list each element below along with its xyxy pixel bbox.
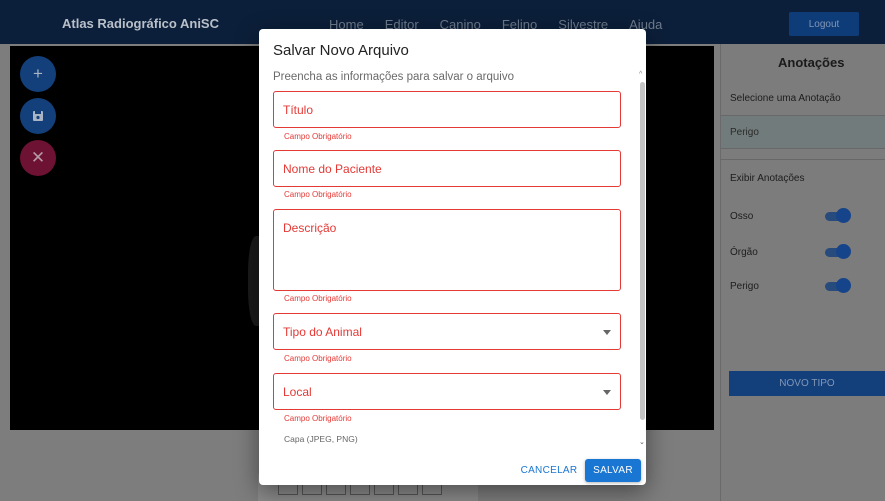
patient-name-field-helper: Campo Obrigatório [284, 190, 352, 199]
annotations-panel [720, 44, 885, 501]
scroll-up-icon[interactable]: ^ [639, 71, 642, 78]
logout-button[interactable]: Logout [789, 12, 859, 36]
annotation-select-label: Selecione uma Anotação [730, 93, 841, 104]
toggle-perigo[interactable] [836, 278, 851, 293]
add-button[interactable]: + [20, 56, 56, 92]
chevron-down-icon [603, 329, 611, 335]
plus-icon: + [33, 64, 43, 83]
toggle-label: Órgão [730, 247, 758, 258]
toggle-row-orgao: Órgão [730, 244, 860, 260]
panel-divider [721, 159, 885, 160]
dialog-body: Preencha as informações para salvar o ar… [259, 69, 646, 447]
dialog-scrollbar[interactable] [640, 82, 645, 420]
toggle-label: Osso [730, 211, 754, 222]
animal-type-select-helper: Campo Obrigatório [284, 354, 352, 363]
animal-type-select[interactable]: Tipo do Animal [273, 313, 621, 350]
toggle-label: Perigo [730, 281, 759, 292]
animal-type-select-label: Tipo do Animal [283, 325, 362, 339]
title-field[interactable]: Título [273, 91, 621, 128]
new-type-button[interactable]: NOVO TIPO [729, 371, 885, 396]
description-field-helper: Campo Obrigatório [284, 294, 352, 303]
location-select[interactable]: Local [273, 373, 621, 410]
scroll-down-icon[interactable]: ⌄ [639, 438, 645, 446]
cancel-button[interactable]: CANCELAR [517, 459, 581, 481]
dialog-title: Salvar Novo Arquivo [273, 42, 409, 59]
toggle-row-perigo: Perigo [730, 278, 860, 294]
save-button[interactable]: SALVAR [585, 459, 641, 482]
title-field-label: Título [283, 103, 314, 117]
patient-name-field-label: Nome do Paciente [283, 162, 382, 176]
panel-title: Anotações [778, 55, 845, 70]
cover-upload-label: Capa (JPEG, PNG) [284, 434, 358, 444]
save-file-dialog: Salvar Novo Arquivo Preencha as informaç… [259, 29, 646, 485]
location-select-helper: Campo Obrigatório [284, 414, 352, 423]
toggle-orgao[interactable] [836, 244, 851, 259]
close-button[interactable]: ✕ [20, 140, 56, 176]
dialog-intro: Preencha as informações para salvar o ar… [273, 71, 514, 83]
chevron-down-icon [603, 389, 611, 395]
floppy-disk-icon [33, 111, 43, 121]
title-field-helper: Campo Obrigatório [284, 132, 352, 141]
patient-name-field[interactable]: Nome do Paciente [273, 150, 621, 187]
location-select-label: Local [283, 385, 312, 399]
save-file-button[interactable] [20, 98, 56, 134]
app-brand[interactable]: Atlas Radiográfico AniSC [62, 16, 219, 31]
description-field-label: Descrição [283, 221, 337, 235]
description-field[interactable]: Descrição [273, 209, 621, 291]
toggle-osso[interactable] [836, 208, 851, 223]
show-annotations-label: Exibir Anotações [730, 173, 805, 184]
close-icon: ✕ [30, 148, 46, 167]
annotation-select-value: Perigo [730, 127, 759, 138]
toggle-row-osso: Osso [730, 208, 860, 224]
